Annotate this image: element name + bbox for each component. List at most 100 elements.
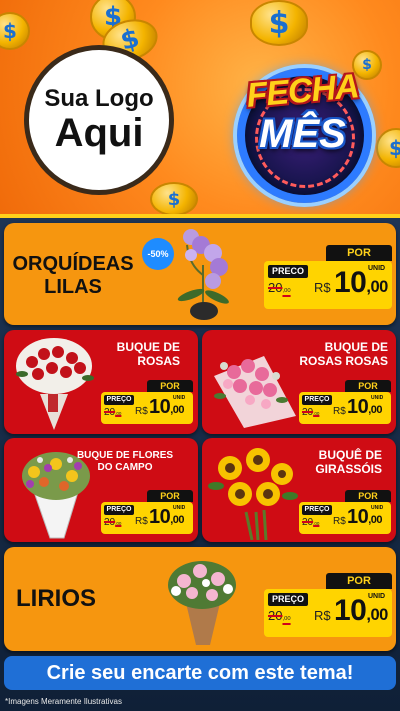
currency-symbol: R$ [333, 516, 346, 527]
price-tag: POR PREÇO 20,00 R$ 10,00 UNID [101, 380, 193, 424]
coin-icon: $ [0, 12, 30, 50]
create-flyer-button[interactable]: Crie seu encarte com este tema! [4, 656, 396, 690]
currency-symbol: R$ [314, 280, 331, 295]
old-price: 20,00 [268, 280, 291, 295]
product-name: ORQUÍDEAS LILAS [12, 253, 134, 298]
product-name-line1: BUQUÊ DE [318, 448, 382, 462]
product-name-line2: ROSAS [137, 354, 180, 369]
old-price-value: 20 [302, 517, 314, 528]
unit-label: UNID [368, 593, 386, 600]
product-card-orquideas[interactable]: ORQUÍDEAS LILAS -50% POR PRECO 20,00 R$ … [4, 223, 396, 325]
por-label: POR [345, 380, 391, 392]
product-card-girassois[interactable]: BUQUÊ DE GIRASSÓIS POR PREÇO 20,00 R$ 10… [202, 438, 396, 542]
product-name: LIRIOS [16, 585, 97, 612]
product-name-line2: GIRASSÓIS [315, 462, 382, 477]
product-card-buque-rosas-rosas[interactable]: BUQUE DE ROSAS ROSAS POR PREÇO 20,00 R$ … [202, 330, 396, 434]
currency-symbol: R$ [314, 608, 331, 623]
price-tag: POR PREÇO 20,00 R$ 10,00 UNID [264, 573, 392, 637]
price-cents: ,00 [170, 404, 185, 416]
price-integer: 10 [347, 506, 369, 528]
preco-label: PREÇO [302, 395, 332, 405]
product-card-flores-campo[interactable]: BUQUE DE FLORES DO CAMPO POR PREÇO 20,00… [4, 438, 198, 542]
header-banner: $ $ $ $ $ $ $ Sua Logo Aqui FECHA MÊS [0, 0, 400, 214]
preco-label: PREÇO [268, 593, 308, 606]
price-tag: POR PREÇO 20,00 R$ 10,00 UNID [101, 490, 193, 534]
por-label: POR [345, 490, 391, 502]
old-price-value: 20 [268, 280, 283, 295]
old-price: 20,00 [104, 407, 121, 418]
old-price: 20,00 [302, 517, 319, 528]
fecha-mes-badge: FECHA MÊS [215, 50, 390, 205]
preco-label: PRECO [268, 265, 308, 278]
preco-label: PREÇO [104, 505, 134, 515]
old-price: 20,00 [302, 407, 319, 418]
preco-label: PREÇO [302, 505, 332, 515]
unit-label: UNID [371, 395, 384, 401]
price-tag: POR PRECO 20,00 R$ 10,00 UNID [264, 245, 392, 309]
old-price-value: 20 [302, 407, 314, 418]
product-card-lirios[interactable]: LIRIOS POR PREÇO 20,00 R$ 10,00 UNID [4, 547, 396, 651]
price-integer: 10 [347, 396, 369, 418]
price-cents: ,00 [170, 514, 185, 526]
price-box: PREÇO 20,00 R$ 10,00 UNID [101, 392, 193, 424]
preco-label: PREÇO [104, 395, 134, 405]
price-integer: 10 [334, 594, 367, 627]
price-box: PREÇO 20,00 R$ 10,00 UNID [299, 502, 391, 534]
unit-label: UNID [371, 505, 384, 511]
price-integer: 10 [149, 396, 171, 418]
price-cents: ,00 [368, 404, 383, 416]
old-price-value: 20 [268, 608, 283, 623]
logo-placeholder: Sua Logo Aqui [24, 45, 174, 195]
price-tag: POR PREÇO 20,00 R$ 10,00 UNID [299, 380, 391, 424]
logo-text: Aqui [54, 111, 144, 156]
old-price: 20,00 [104, 517, 121, 528]
price-box: PRECO 20,00 R$ 10,00 UNID [264, 261, 392, 309]
price-integer: 10 [149, 506, 171, 528]
old-price-cents: ,00 [313, 521, 320, 526]
por-label: POR [147, 380, 193, 392]
currency-symbol: R$ [135, 516, 148, 527]
currency-symbol: R$ [333, 406, 346, 417]
currency-symbol: R$ [135, 406, 148, 417]
badge-title-line2: MÊS [259, 112, 346, 156]
old-price-value: 20 [104, 517, 116, 528]
price-integer: 10 [334, 266, 367, 299]
old-price-cents: ,00 [313, 411, 320, 416]
product-card-buque-rosas[interactable]: BUQUE DE ROSAS POR PREÇO 20,00 R$ 10,00 … [4, 330, 198, 434]
product-name-line2: ROSAS ROSAS [299, 354, 388, 369]
unit-label: UNID [173, 395, 186, 401]
price-cents: ,00 [366, 606, 388, 624]
product-name: BUQUÊ DE GIRASSÓIS [292, 448, 382, 477]
orchid-image [177, 229, 229, 320]
unit-label: UNID [368, 265, 386, 272]
price-box: PREÇO 20,00 R$ 10,00 UNID [101, 502, 193, 534]
lilies-bouquet-image [168, 561, 236, 645]
product-name-line2: DO CAMPO [97, 462, 153, 473]
old-price-value: 20 [104, 407, 116, 418]
product-name: BUQUE DE ROSAS [70, 340, 180, 369]
price-tag: POR PREÇO 20,00 R$ 10,00 UNID [299, 490, 391, 534]
old-price-cents: ,00 [282, 288, 291, 294]
por-label: POR [326, 245, 392, 261]
old-price-cents: ,00 [115, 521, 122, 526]
product-name-line1: BUQUE DE FLORES [76, 450, 174, 461]
por-label: POR [326, 573, 392, 589]
old-price-cents: ,00 [115, 411, 122, 416]
product-name-line1: BUQUE DE [324, 340, 388, 354]
coin-icon: $ [150, 182, 198, 214]
product-name: BUQUE DE ROSAS ROSAS [278, 340, 388, 369]
price-cents: ,00 [368, 514, 383, 526]
por-label: POR [147, 490, 193, 502]
logo-text: Sua Logo [44, 84, 154, 112]
price-cents: ,00 [366, 278, 388, 296]
old-price: 20,00 [268, 608, 291, 623]
price-box: PREÇO 20,00 R$ 10,00 UNID [264, 589, 392, 637]
old-price-cents: ,00 [282, 616, 291, 622]
unit-label: UNID [173, 505, 186, 511]
product-name: BUQUE DE FLORES DO CAMPO [70, 450, 180, 474]
sunflowers-bouquet-image [208, 448, 298, 540]
coin-icon: $ [250, 0, 308, 46]
disclaimer-text: *Imagens Meramente Ilustrativas [5, 697, 122, 706]
product-name-line1: BUQUE DE [116, 340, 180, 354]
price-box: PREÇO 20,00 R$ 10,00 UNID [299, 392, 391, 424]
